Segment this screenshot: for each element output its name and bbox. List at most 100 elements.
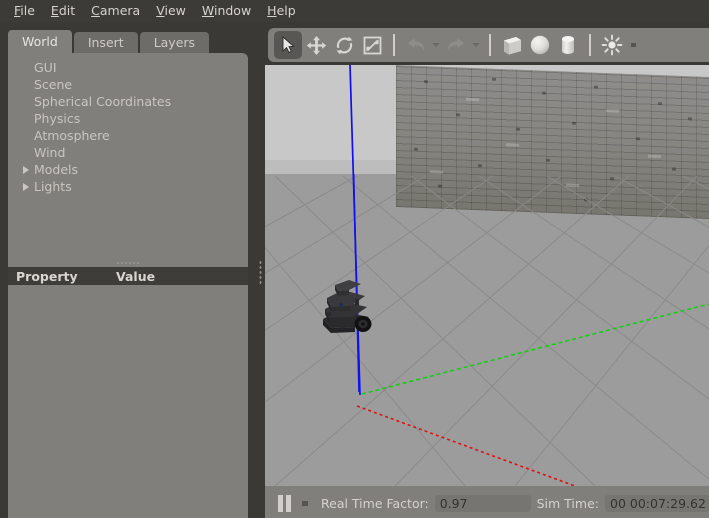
expand-arrow-icon-lights[interactable] bbox=[20, 178, 34, 195]
rotate-mode-button[interactable] bbox=[330, 31, 358, 59]
render-area: Real Time Factor: 0.97 Sim Time: 00 00:0… bbox=[265, 22, 709, 518]
menu-edit-mnemonic: E bbox=[50, 3, 59, 18]
menu-camera[interactable]: Camera bbox=[83, 1, 148, 21]
pause-bar-right bbox=[285, 494, 291, 512]
sun-light-icon bbox=[601, 34, 623, 56]
menu-camera-mnemonic: C bbox=[91, 3, 100, 18]
y-axis-line bbox=[361, 303, 709, 395]
status-bar-row: Real Time Factor: 0.97 Sim Time: 00 00:0… bbox=[273, 492, 709, 514]
redo-button[interactable] bbox=[442, 31, 470, 59]
tree-label-lights: Lights bbox=[34, 179, 72, 194]
undo-dropdown-caret-icon[interactable] bbox=[430, 31, 442, 59]
menu-window-mnemonic: W bbox=[201, 3, 214, 18]
scale-mode-button[interactable] bbox=[358, 31, 386, 59]
tree-arrow-gui bbox=[20, 59, 34, 76]
redo-arrow-icon bbox=[447, 38, 464, 51]
tree-item-models[interactable]: Models bbox=[8, 161, 248, 178]
menu-help-label: elp bbox=[276, 3, 296, 18]
tree-item-scene[interactable]: Scene bbox=[8, 76, 248, 93]
pause-button[interactable] bbox=[273, 493, 295, 513]
gazebo-3d-viewport[interactable] bbox=[265, 65, 709, 486]
world-tab-content: GUI Scene Spherical Coordinates Physics … bbox=[8, 53, 248, 518]
menu-file-label: ile bbox=[20, 3, 35, 18]
menu-bar: File Edit Camera View Window Help bbox=[0, 0, 709, 22]
menu-edit[interactable]: Edit bbox=[43, 1, 83, 21]
real-time-factor-value: 0.97 bbox=[434, 494, 531, 512]
box-icon bbox=[503, 37, 521, 55]
translate-mode-button[interactable] bbox=[302, 31, 330, 59]
tree-label-models: Models bbox=[34, 162, 79, 177]
tab-world[interactable]: World bbox=[8, 30, 72, 54]
insert-light-button[interactable] bbox=[598, 31, 626, 59]
sphere-icon bbox=[530, 35, 550, 55]
pause-bar-left bbox=[277, 494, 283, 512]
menu-view[interactable]: View bbox=[148, 1, 194, 21]
tree-item-physics[interactable]: Physics bbox=[8, 110, 248, 127]
insert-box-button[interactable] bbox=[498, 31, 526, 59]
step-button[interactable] bbox=[295, 493, 315, 513]
toolbar-separator-1 bbox=[393, 34, 395, 56]
sim-time-value: 00 00:07:29.62 bbox=[605, 494, 709, 512]
menu-window-label: indow bbox=[213, 3, 252, 18]
tree-arrow-wind bbox=[20, 144, 34, 161]
panel-tab-bar: World Insert Layers bbox=[8, 30, 211, 54]
column-header-value: Value bbox=[116, 268, 156, 284]
turtlebot-model-icon bbox=[323, 280, 372, 333]
redo-dropdown-caret-icon[interactable] bbox=[470, 31, 482, 59]
property-table-body[interactable] bbox=[8, 285, 248, 518]
toolbar-overflow-button[interactable] bbox=[626, 31, 640, 59]
panel-horizontal-splitter[interactable] bbox=[8, 259, 248, 267]
menu-help[interactable]: Help bbox=[259, 1, 304, 21]
tree-arrow-spherical-coordinates bbox=[20, 93, 34, 110]
rotate-arrows-icon bbox=[336, 36, 352, 54]
tree-label-spherical-coordinates: Spherical Coordinates bbox=[34, 94, 172, 109]
menu-edit-label: dit bbox=[58, 3, 76, 18]
tree-item-spherical-coordinates[interactable]: Spherical Coordinates bbox=[8, 93, 248, 110]
sim-time-label: Sim Time: bbox=[536, 495, 599, 511]
cylinder-icon bbox=[562, 36, 574, 54]
robot-model[interactable] bbox=[311, 271, 383, 343]
column-header-property: Property bbox=[16, 268, 78, 284]
world-tree: GUI Scene Spherical Coordinates Physics … bbox=[8, 59, 248, 195]
gazebo-window: File Edit Camera View Window Help World … bbox=[0, 0, 709, 518]
insert-cylinder-button[interactable] bbox=[554, 31, 582, 59]
toolbar-separator-3 bbox=[589, 34, 591, 56]
move-arrows-icon bbox=[306, 35, 326, 55]
tree-label-scene: Scene bbox=[34, 77, 73, 92]
splitter-grip-icon bbox=[116, 262, 140, 264]
menu-help-mnemonic: H bbox=[267, 3, 277, 18]
menu-camera-label: amera bbox=[99, 3, 141, 18]
tree-item-atmosphere[interactable]: Atmosphere bbox=[8, 127, 248, 144]
menu-file[interactable]: File bbox=[6, 1, 43, 21]
left-panel: World Insert Layers GUI Scene Spherical … bbox=[0, 22, 256, 518]
cursor-arrow-icon bbox=[282, 36, 295, 54]
scale-resize-icon bbox=[363, 36, 381, 54]
tree-label-wind: Wind bbox=[34, 145, 66, 160]
tree-arrow-physics bbox=[20, 110, 34, 127]
tree-item-lights[interactable]: Lights bbox=[8, 178, 248, 195]
expand-arrow-icon-models[interactable] bbox=[20, 161, 34, 178]
tree-item-wind[interactable]: Wind bbox=[8, 144, 248, 161]
status-bar: Real Time Factor: 0.97 Sim Time: 00 00:0… bbox=[265, 486, 709, 518]
menu-window[interactable]: Window bbox=[194, 1, 259, 21]
undo-arrow-icon bbox=[408, 38, 425, 51]
tree-label-physics: Physics bbox=[34, 111, 81, 126]
menu-view-label: iew bbox=[164, 3, 186, 18]
select-mode-button[interactable] bbox=[274, 31, 302, 59]
tree-label-atmosphere: Atmosphere bbox=[34, 128, 110, 143]
render-toolbar bbox=[268, 28, 709, 62]
x-axis-line bbox=[356, 405, 576, 486]
tree-arrow-atmosphere bbox=[20, 127, 34, 144]
insert-sphere-button[interactable] bbox=[526, 31, 554, 59]
property-table-header: Property Value bbox=[8, 267, 248, 285]
real-time-factor-label: Real Time Factor: bbox=[321, 495, 429, 511]
tree-label-gui: GUI bbox=[34, 60, 57, 75]
tree-arrow-scene bbox=[20, 76, 34, 93]
vertical-splitter-grip-icon bbox=[259, 260, 262, 286]
tab-insert[interactable]: Insert bbox=[73, 32, 138, 54]
undo-button[interactable] bbox=[402, 31, 430, 59]
tree-item-gui[interactable]: GUI bbox=[8, 59, 248, 76]
tab-layers[interactable]: Layers bbox=[139, 32, 210, 54]
toolbar-separator-2 bbox=[489, 34, 491, 56]
main-vertical-splitter[interactable] bbox=[256, 22, 265, 518]
